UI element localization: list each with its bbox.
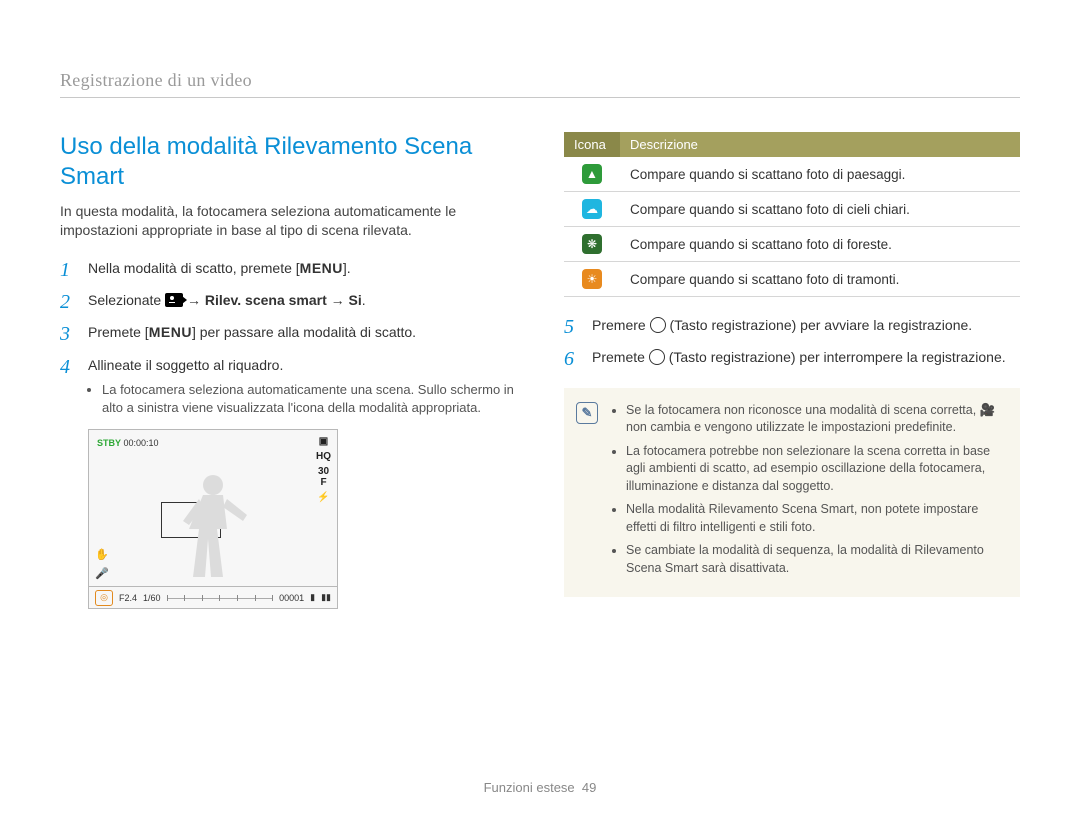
step-text-post: (Tasto registrazione) per interrompere l… <box>665 349 1006 365</box>
note-item: Nella modalità Rilevamento Scena Smart, … <box>626 501 1006 536</box>
storage-icon: ▮ <box>310 592 315 603</box>
row-desc: Compare quando si scattano foto di fores… <box>620 227 1020 262</box>
step-number: 1 <box>60 256 70 285</box>
stabilizer-icon: ✋ <box>95 548 109 561</box>
step-number: 5 <box>564 313 574 342</box>
intro-text: In questa modalità, la fotocamera selezi… <box>60 202 516 240</box>
step-3: 3 Premete [MENU] per passare alla modali… <box>60 322 516 342</box>
arrow: → <box>327 292 349 308</box>
page-footer: Funzioni estese 49 <box>0 780 1080 795</box>
step-text-post: ]. <box>343 260 351 276</box>
row-desc: Compare quando si scattano foto di cieli… <box>620 192 1020 227</box>
step-number: 2 <box>60 288 70 317</box>
record-button-icon <box>649 349 665 365</box>
record-button-icon <box>650 317 666 333</box>
main-heading: Uso della modalità Rilevamento Scena Sma… <box>60 132 516 192</box>
clear-sky-icon: ☁ <box>582 199 602 219</box>
hd-icon: HQ <box>316 451 331 462</box>
frame-counter: 00001 <box>279 593 304 603</box>
sunset-icon: ☀ <box>582 269 602 289</box>
left-column: Uso della modalità Rilevamento Scena Sma… <box>60 132 516 609</box>
preview-right-icons: ▣ HQ 30F ⚡ <box>316 436 331 503</box>
mode-icon: ▣ <box>319 436 328 447</box>
step-subtext: La fotocamera seleziona automaticamente … <box>102 381 516 417</box>
note-icon: ✎ <box>576 402 598 424</box>
stby-time: 00:00:10 <box>124 438 159 448</box>
step-text: Nella modalità di scatto, premete [ <box>88 260 300 276</box>
table-row: ▲ Compare quando si scattano foto di pae… <box>564 157 1020 192</box>
footer-section-name: Funzioni estese <box>484 780 575 795</box>
note-box: ✎ Se la fotocamera non riconosce una mod… <box>564 388 1020 598</box>
note-item: Se la fotocamera non riconosce una modal… <box>626 402 1006 437</box>
table-row: ☁ Compare quando si scattano foto di cie… <box>564 192 1020 227</box>
divider <box>60 97 1020 98</box>
f-value: F2.4 <box>119 593 137 603</box>
step-text: Premere <box>592 317 650 333</box>
step-5: 5 Premere (Tasto registrazione) per avvi… <box>564 315 1020 335</box>
video-icon <box>165 293 183 307</box>
step-text: Allineate il soggetto al riquadro. <box>88 357 283 373</box>
icon-description-table: Icona Descrizione ▲ Compare quando si sc… <box>564 132 1020 297</box>
preview-bottom-bar: ◎ F2.4 1/60 00001 ▮ ▮▮ <box>89 586 337 608</box>
step-2: 2 Selezionate → Rilev. scena smart → Si. <box>60 290 516 310</box>
note-item: La fotocamera potrebbe non selezionare l… <box>626 443 1006 496</box>
step-text: Premete <box>592 349 649 365</box>
step-number: 6 <box>564 345 574 374</box>
table-header-icon: Icona <box>564 132 620 157</box>
menu-label: MENU <box>149 324 192 340</box>
recording-status: STBY 00:00:10 <box>97 438 159 448</box>
forest-icon: ❋ <box>582 234 602 254</box>
landscape-icon: ▲ <box>582 164 602 184</box>
menu-label: MENU <box>300 260 343 276</box>
stby-label: STBY <box>97 438 121 448</box>
subject-silhouette <box>153 459 273 579</box>
step-1: 1 Nella modalità di scatto, premete [MEN… <box>60 258 516 278</box>
menu-path-value: Si <box>349 292 362 308</box>
arrow: → <box>187 292 205 308</box>
battery-icon: ▮▮ <box>321 592 331 603</box>
steps-list-left: 1 Nella modalità di scatto, premete [MEN… <box>60 258 516 418</box>
step-6: 6 Premete (Tasto registrazione) per inte… <box>564 347 1020 367</box>
step-text: Selezionate <box>88 292 165 308</box>
row-desc: Compare quando si scattano foto di tramo… <box>620 262 1020 297</box>
note-item: Se cambiate la modalità di sequenza, la … <box>626 542 1006 577</box>
footer-page-number: 49 <box>582 780 596 795</box>
camera-preview: STBY 00:00:10 ▣ HQ 30F ⚡ <box>88 429 338 609</box>
steps-list-right: 5 Premere (Tasto registrazione) per avvi… <box>564 315 1020 368</box>
right-column: Icona Descrizione ▲ Compare quando si sc… <box>564 132 1020 609</box>
menu-path: Rilev. scena smart <box>205 292 327 308</box>
flash-icon: ⚡ <box>317 492 329 503</box>
step-text-post: ] per passare alla modalità di scatto. <box>192 324 416 340</box>
shutter-value: 1/60 <box>143 593 161 603</box>
section-title: Registrazione di un video <box>60 70 1020 91</box>
step-4: 4 Allineate il soggetto al riquadro. La … <box>60 355 516 418</box>
step-number: 3 <box>60 320 70 349</box>
step-text-post: (Tasto registrazione) per avviare la reg… <box>666 317 973 333</box>
table-header-desc: Descrizione <box>620 132 1020 157</box>
row-desc: Compare quando si scattano foto di paesa… <box>620 157 1020 192</box>
mode-badge: ◎ <box>95 590 113 606</box>
step-text: Premete [ <box>88 324 149 340</box>
exposure-slider <box>167 593 274 603</box>
table-row: ❋ Compare quando si scattano foto di for… <box>564 227 1020 262</box>
table-row: ☀ Compare quando si scattano foto di tra… <box>564 262 1020 297</box>
mic-icon: 🎤 <box>95 567 109 580</box>
step-number: 4 <box>60 353 70 382</box>
fps-icon: 30F <box>318 466 329 488</box>
preview-left-icons: ✋ 🎤 <box>95 548 109 580</box>
